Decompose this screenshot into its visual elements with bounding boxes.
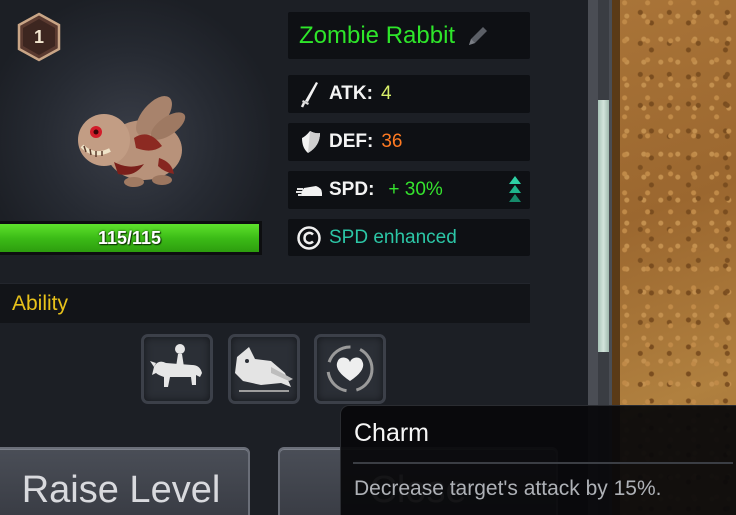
scrollbar-thumb[interactable]: [598, 100, 609, 352]
hp-bar: 115/115: [0, 221, 262, 255]
sword-icon: [296, 80, 324, 108]
skill-slot-3[interactable]: [314, 334, 386, 404]
ability-header: Ability: [0, 283, 530, 323]
spd-value: + 30%: [388, 179, 443, 200]
unit-name: Zombie Rabbit: [299, 21, 456, 49]
wolf-dash-icon: [235, 347, 293, 392]
level-number: 1: [33, 26, 44, 47]
atk-label: ATK:: [329, 83, 373, 104]
speed-boot-icon: [296, 176, 324, 204]
unit-name-box[interactable]: Zombie Rabbit: [288, 12, 530, 59]
atk-row: ATK: 4: [288, 75, 530, 113]
horse-rider-icon: [150, 344, 202, 387]
heart-charm-icon: [326, 345, 374, 393]
shield-icon: [296, 128, 324, 156]
copyright-circle-icon: [296, 225, 322, 251]
atk-value: 4: [380, 83, 392, 104]
ability-title: Ability: [12, 291, 69, 315]
tooltip-divider: [353, 462, 733, 464]
tooltip-title: Charm: [354, 419, 430, 447]
level-badge: 1: [16, 12, 62, 62]
skill-tooltip: Charm Decrease target's attack by 15%.: [340, 405, 736, 515]
def-row: DEF: 36: [288, 123, 530, 161]
hp-fill: 115/115: [0, 224, 259, 252]
def-value: 36: [381, 131, 403, 152]
spd-label: SPD:: [329, 179, 375, 200]
pencil-icon[interactable]: [465, 23, 491, 49]
status-note-row: SPD enhanced: [288, 219, 530, 256]
raise-level-button[interactable]: Raise Level: [0, 447, 250, 515]
skill-slot-2[interactable]: [228, 334, 300, 404]
double-up-arrow-icon: [508, 175, 522, 205]
def-label: DEF:: [329, 131, 374, 152]
skill-slot-1[interactable]: [141, 334, 213, 404]
zombie-rabbit-sprite: [74, 88, 186, 190]
tooltip-description: Decrease target's attack by 15%.: [354, 477, 662, 500]
status-note: SPD enhanced: [329, 226, 457, 248]
spd-row: SPD: + 30%: [288, 171, 530, 209]
